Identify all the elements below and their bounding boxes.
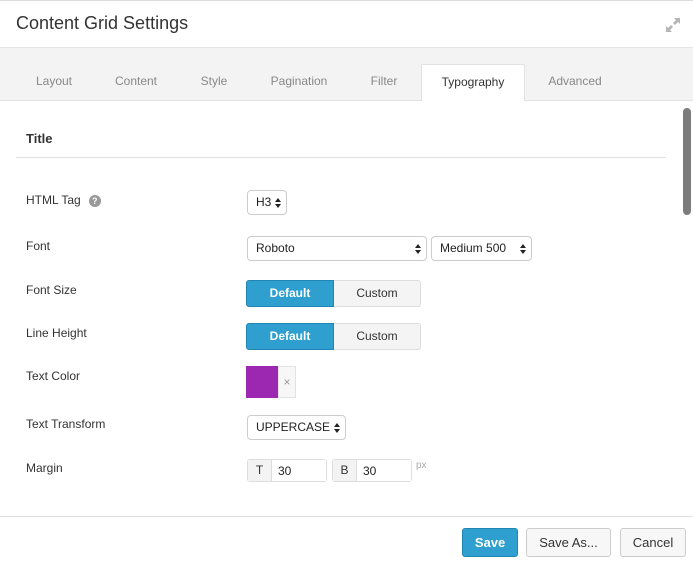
dialog-title: Content Grid Settings — [16, 13, 189, 33]
tab-style[interactable]: Style — [180, 64, 248, 101]
select-arrows-icon — [415, 244, 421, 254]
margin-top-group: T — [247, 459, 327, 482]
dialog-header: Content Grid Settings — [0, 0, 693, 48]
margin-label: Margin — [26, 461, 63, 475]
tab-pagination[interactable]: Pagination — [256, 64, 342, 101]
section-divider — [16, 157, 666, 158]
font-family-select[interactable]: Roboto — [247, 236, 427, 261]
font-weight-value: Medium 500 — [440, 241, 507, 255]
line-height-label: Line Height — [26, 326, 87, 340]
section-title: Title — [26, 131, 53, 146]
margin-bottom-input[interactable] — [357, 460, 411, 481]
settings-panel: Title HTML Tag? H3 Font Roboto Medium 50… — [0, 101, 693, 516]
font-size-toggle: Default Custom — [246, 280, 421, 307]
select-arrows-icon — [275, 198, 281, 208]
scrollbar-thumb[interactable] — [683, 108, 691, 215]
font-label: Font — [26, 239, 51, 253]
question-circle-icon[interactable]: ? — [88, 195, 101, 207]
html-tag-label: HTML Tag? — [26, 193, 101, 207]
text-transform-value: UPPERCASE — [256, 420, 331, 434]
html-tag-label-text: HTML Tag — [26, 193, 81, 207]
clear-color-icon[interactable]: × — [278, 366, 296, 398]
margin-bottom-group: B — [332, 459, 412, 482]
tab-typography[interactable]: Typography — [421, 64, 525, 102]
html-tag-value: H3 — [256, 195, 272, 209]
line-height-custom-option[interactable]: Custom — [334, 323, 421, 350]
font-size-label: Font Size — [26, 283, 77, 297]
save-as-button[interactable]: Save As... — [526, 528, 611, 557]
tab-content[interactable]: Content — [98, 64, 174, 101]
font-size-custom-option[interactable]: Custom — [334, 280, 421, 307]
tab-filter[interactable]: Filter — [350, 64, 418, 101]
dialog-footer: Save Save As... Cancel — [0, 516, 693, 563]
cancel-button[interactable]: Cancel — [620, 528, 686, 557]
text-transform-label: Text Transform — [26, 417, 106, 431]
margin-bottom-addon: B — [333, 460, 357, 481]
font-size-default-option[interactable]: Default — [246, 280, 334, 307]
expand-arrows-icon[interactable] — [663, 15, 683, 35]
margin-top-addon: T — [248, 460, 272, 481]
text-transform-select[interactable]: UPPERCASE — [247, 415, 346, 440]
html-tag-select[interactable]: H3 — [247, 190, 287, 215]
tab-layout[interactable]: Layout — [16, 64, 92, 101]
text-color-swatch[interactable] — [246, 366, 278, 398]
select-arrows-icon — [334, 423, 340, 433]
select-arrows-icon — [520, 244, 526, 254]
tab-bar: Layout Content Style Pagination Filter T… — [0, 48, 693, 102]
margin-unit-label: px — [416, 460, 427, 471]
line-height-default-option[interactable]: Default — [246, 323, 334, 350]
tab-advanced[interactable]: Advanced — [532, 64, 618, 101]
save-button[interactable]: Save — [462, 528, 518, 557]
margin-top-input[interactable] — [272, 460, 326, 481]
line-height-toggle: Default Custom — [246, 323, 421, 350]
font-weight-select[interactable]: Medium 500 — [431, 236, 532, 261]
text-color-label: Text Color — [26, 369, 81, 383]
font-family-value: Roboto — [256, 241, 295, 255]
